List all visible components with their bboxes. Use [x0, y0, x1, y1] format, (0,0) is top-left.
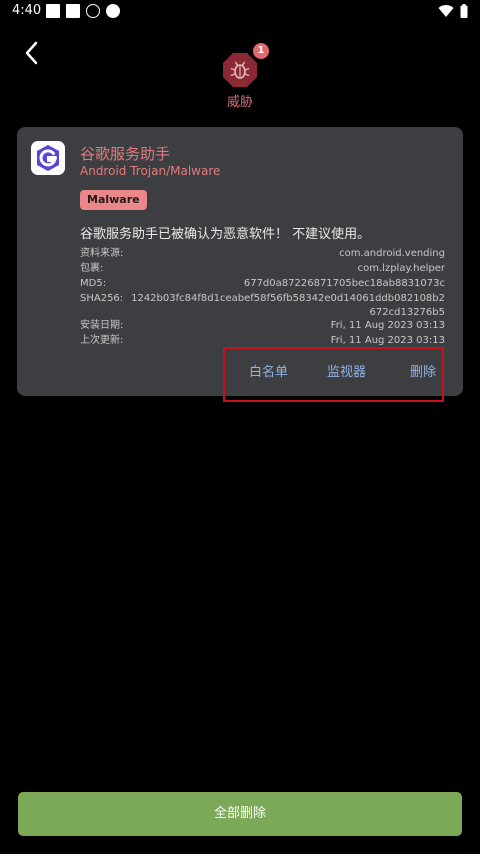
install-date-value: Fri, 11 Aug 2023 03:13 [330, 320, 445, 331]
threat-count-badge: 1 [253, 43, 269, 59]
app-logo-icon [37, 145, 59, 171]
chevron-left-icon [25, 41, 38, 65]
source-label: 资料来源: [80, 248, 124, 259]
app-name: 谷歌服务助手 [80, 145, 171, 163]
last-update-label: 上次更新: [80, 335, 124, 346]
action-highlight-box [223, 347, 444, 402]
package-label: 包裹: [80, 263, 104, 274]
md5-label: MD5: [80, 278, 107, 289]
notification-square-icon [66, 4, 80, 18]
face-icon [106, 4, 120, 18]
back-button[interactable] [18, 38, 46, 68]
notification-square-icon [46, 4, 60, 18]
delete-all-button[interactable]: 全部删除 [18, 792, 462, 836]
sha256-label: SHA256: [80, 293, 124, 304]
md5-value: 677d0a87226871705bec18ab8831073c [243, 278, 445, 289]
app-type: Android Trojan/Malware [80, 164, 221, 178]
status-time: 4:40 [12, 3, 42, 18]
wifi-icon [438, 5, 454, 18]
package-value: com.lzplay.helper [357, 263, 445, 274]
status-bar: 4:40 [0, 0, 480, 24]
sha256-value: 1242b03fc84f8d1ceabef58f56fb58342e0d1406… [131, 293, 445, 318]
battery-icon [460, 4, 468, 18]
app-icon [31, 141, 65, 175]
bug-threat-icon [223, 53, 257, 87]
malware-warning: 谷歌服务助手已被确认为恶意软件！ 不建议使用。 [80, 227, 371, 242]
source-value: com.android.vending [339, 248, 445, 259]
vpn-shield-icon [86, 4, 100, 18]
threat-label: 威胁 [226, 95, 253, 110]
malware-badge: Malware [80, 190, 147, 210]
install-date-label: 安装日期: [80, 320, 124, 331]
last-update-value: Fri, 11 Aug 2023 03:13 [330, 335, 445, 346]
